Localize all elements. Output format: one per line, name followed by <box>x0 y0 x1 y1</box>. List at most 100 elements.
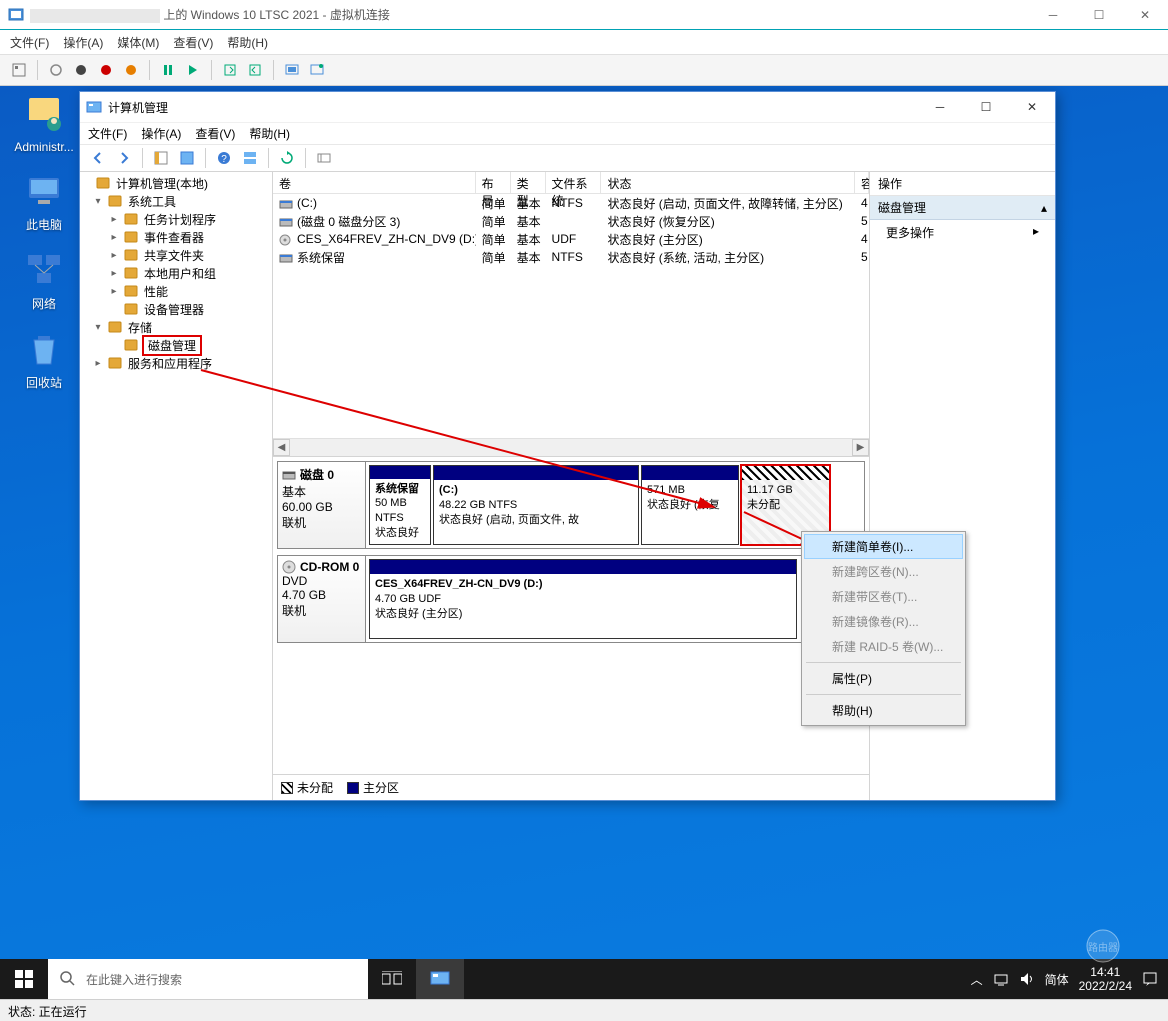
host-menu-media[interactable]: 媒体(M) <box>117 34 159 51</box>
column-header-3[interactable]: 文件系统 <box>546 172 602 193</box>
taskbar-app-computer-management[interactable] <box>416 959 464 999</box>
tree-item-7[interactable]: 设备管理器 <box>80 300 272 318</box>
tree-item-8[interactable]: ▾存储 <box>80 318 272 336</box>
vm-taskbar[interactable]: 在此键入进行搜索 ︿ 简体 14:41 2022/2/24 <box>0 959 1168 999</box>
nav-forward-button[interactable] <box>112 146 136 170</box>
mgmt-titlebar[interactable]: 计算机管理 ─ ☐ ✕ <box>80 92 1055 122</box>
tree-item-4[interactable]: ▸ 共享文件夹 <box>80 246 272 264</box>
volume-row[interactable]: CES_X64FREV_ZH-CN_DV9 (D:)简单基本UDF状态良好 (主… <box>273 230 869 248</box>
partition-1-0[interactable]: CES_X64FREV_ZH-CN_DV9 (D:)4.70 GB UDF状态良… <box>369 559 797 639</box>
column-header-4[interactable]: 状态 <box>601 172 855 193</box>
tree-item-1[interactable]: ▾系统工具 <box>80 192 272 210</box>
volume-cell: 状态良好 (恢复分区) <box>601 213 855 230</box>
partition-context-menu[interactable]: 新建简单卷(I)...新建跨区卷(N)...新建带区卷(T)...新建镜像卷(R… <box>801 531 966 726</box>
volume-list-hscroll[interactable]: ◀ ▶ <box>273 438 869 456</box>
context-menu-item-0[interactable]: 新建简单卷(I)... <box>804 534 963 559</box>
tree-expander[interactable]: ▸ <box>108 286 120 297</box>
search-icon <box>60 971 76 987</box>
tray-chevron-up-icon[interactable]: ︿ <box>971 971 983 988</box>
column-header-2[interactable]: 类型 <box>511 172 546 193</box>
context-menu-item-8[interactable]: 帮助(H) <box>804 698 963 723</box>
mgmt-close-button[interactable]: ✕ <box>1009 92 1055 122</box>
volume-icon[interactable] <box>1019 971 1035 987</box>
refresh-button[interactable] <box>275 146 299 170</box>
column-header-0[interactable]: 卷 <box>273 172 476 193</box>
vm-checkpoint-button[interactable] <box>219 59 241 81</box>
tree-item-3[interactable]: ▸事件查看器 <box>80 228 272 246</box>
scroll-left-button[interactable]: ◀ <box>273 439 290 456</box>
vm-shutdown-button[interactable] <box>95 59 117 81</box>
disk-graphical-view[interactable]: 磁盘 0基本60.00 GB联机系统保留50 MB NTFS状态良好(C:)48… <box>273 457 869 774</box>
tree-expander[interactable]: ▸ <box>108 268 120 279</box>
volume-list-body[interactable]: (C:)简单基本NTFS状态良好 (启动, 页面文件, 故障转储, 主分区)4(… <box>273 194 869 438</box>
vm-enhanced-session-button[interactable] <box>281 59 303 81</box>
volume-cell: 状态良好 (主分区) <box>601 231 855 248</box>
host-menu-action[interactable]: 操作(A) <box>63 34 103 51</box>
vm-desktop[interactable]: Administr... 此电脑 网络 回收站 计算机管理 ─ <box>0 86 1168 999</box>
host-menu-file[interactable]: 文件(F) <box>10 34 49 51</box>
column-header-1[interactable]: 布局 <box>476 172 511 193</box>
mgmt-menu-file[interactable]: 文件(F) <box>88 125 127 142</box>
disk-info[interactable]: 磁盘 0基本60.00 GB联机 <box>278 462 366 548</box>
desktop-icon-this-pc[interactable]: 此电脑 <box>10 172 78 233</box>
volume-row[interactable]: (磁盘 0 磁盘分区 3)简单基本状态良好 (恢复分区)5 <box>273 212 869 230</box>
volume-row[interactable]: 系统保留简单基本NTFS状态良好 (系统, 活动, 主分区)5 <box>273 248 869 266</box>
tree-expander[interactable]: ▸ <box>108 250 120 261</box>
settings-button[interactable] <box>312 146 336 170</box>
help-button[interactable]: ? <box>212 146 236 170</box>
mgmt-menu-view[interactable]: 查看(V) <box>195 125 235 142</box>
host-menu-help[interactable]: 帮助(H) <box>227 34 268 51</box>
actions-more-operations[interactable]: 更多操作▸ <box>870 220 1055 245</box>
tree-expander[interactable]: ▸ <box>92 358 104 369</box>
volume-list[interactable]: 卷布局类型文件系统状态容 (C:)简单基本NTFS状态良好 (启动, 页面文件,… <box>273 172 869 457</box>
mgmt-maximize-button[interactable]: ☐ <box>963 92 1009 122</box>
vm-save-button[interactable] <box>120 59 142 81</box>
tree-item-0[interactable]: 计算机管理(本地) <box>80 174 272 192</box>
vm-turnoff-button[interactable] <box>70 59 92 81</box>
host-minimize-button[interactable]: ─ <box>1030 0 1076 30</box>
task-view-button[interactable] <box>368 959 416 999</box>
context-menu-item-6[interactable]: 属性(P) <box>804 666 963 691</box>
tree-expander[interactable]: ▸ <box>108 232 120 243</box>
host-menu-view[interactable]: 查看(V) <box>173 34 213 51</box>
desktop-icon-administrator[interactable]: Administr... <box>10 96 78 154</box>
actions-section[interactable]: 磁盘管理▴ <box>870 196 1055 220</box>
navigation-tree[interactable]: 计算机管理(本地)▾系统工具▸任务计划程序▸事件查看器▸共享文件夹▸本地用户和组… <box>80 172 273 800</box>
mgmt-minimize-button[interactable]: ─ <box>917 92 963 122</box>
tree-item-6[interactable]: ▸性能 <box>80 282 272 300</box>
tree-item-10[interactable]: ▸服务和应用程序 <box>80 354 272 372</box>
desktop-icon-network[interactable]: 网络 <box>10 251 78 312</box>
column-header-5[interactable]: 容 <box>855 172 869 193</box>
vm-revert-button[interactable] <box>244 59 266 81</box>
scroll-right-button[interactable]: ▶ <box>852 439 869 456</box>
vm-pause-button[interactable] <box>157 59 179 81</box>
volume-row[interactable]: (C:)简单基本NTFS状态良好 (启动, 页面文件, 故障转储, 主分区)4 <box>273 194 869 212</box>
mgmt-menu-help[interactable]: 帮助(H) <box>249 125 290 142</box>
host-close-button[interactable]: ✕ <box>1122 0 1168 30</box>
disk-info[interactable]: CD-ROM 0DVD4.70 GB联机 <box>278 556 366 642</box>
tree-label: 共享文件夹 <box>142 247 206 264</box>
desktop-icon-recycle-bin[interactable]: 回收站 <box>10 330 78 391</box>
show-hide-tree-button[interactable] <box>149 146 173 170</box>
partition-0-1[interactable]: (C:)48.22 GB NTFS状态良好 (启动, 页面文件, 故 <box>433 465 639 545</box>
tree-expander[interactable]: ▾ <box>92 196 104 207</box>
tree-expander[interactable]: ▸ <box>108 214 120 225</box>
vm-reset-button[interactable] <box>182 59 204 81</box>
tree-item-9[interactable]: 磁盘管理 <box>80 336 272 354</box>
mgmt-menu-action[interactable]: 操作(A) <box>141 125 181 142</box>
partition-0-0[interactable]: 系统保留50 MB NTFS状态良好 <box>369 465 431 545</box>
nav-back-button[interactable] <box>86 146 110 170</box>
ctrl-alt-del-button[interactable] <box>8 59 30 81</box>
taskbar-search[interactable]: 在此键入进行搜索 <box>48 959 368 999</box>
host-maximize-button[interactable]: ☐ <box>1076 0 1122 30</box>
start-button[interactable] <box>0 959 48 999</box>
vm-start-button[interactable] <box>45 59 67 81</box>
tree-expander[interactable]: ▾ <box>92 322 104 333</box>
network-icon[interactable] <box>993 971 1009 987</box>
partition-0-2[interactable]: 571 MB状态良好 (恢复 <box>641 465 739 545</box>
tree-item-2[interactable]: ▸任务计划程序 <box>80 210 272 228</box>
view-button-1[interactable] <box>175 146 199 170</box>
tree-item-5[interactable]: ▸本地用户和组 <box>80 264 272 282</box>
view-button-2[interactable] <box>238 146 262 170</box>
vm-share-button[interactable] <box>306 59 328 81</box>
